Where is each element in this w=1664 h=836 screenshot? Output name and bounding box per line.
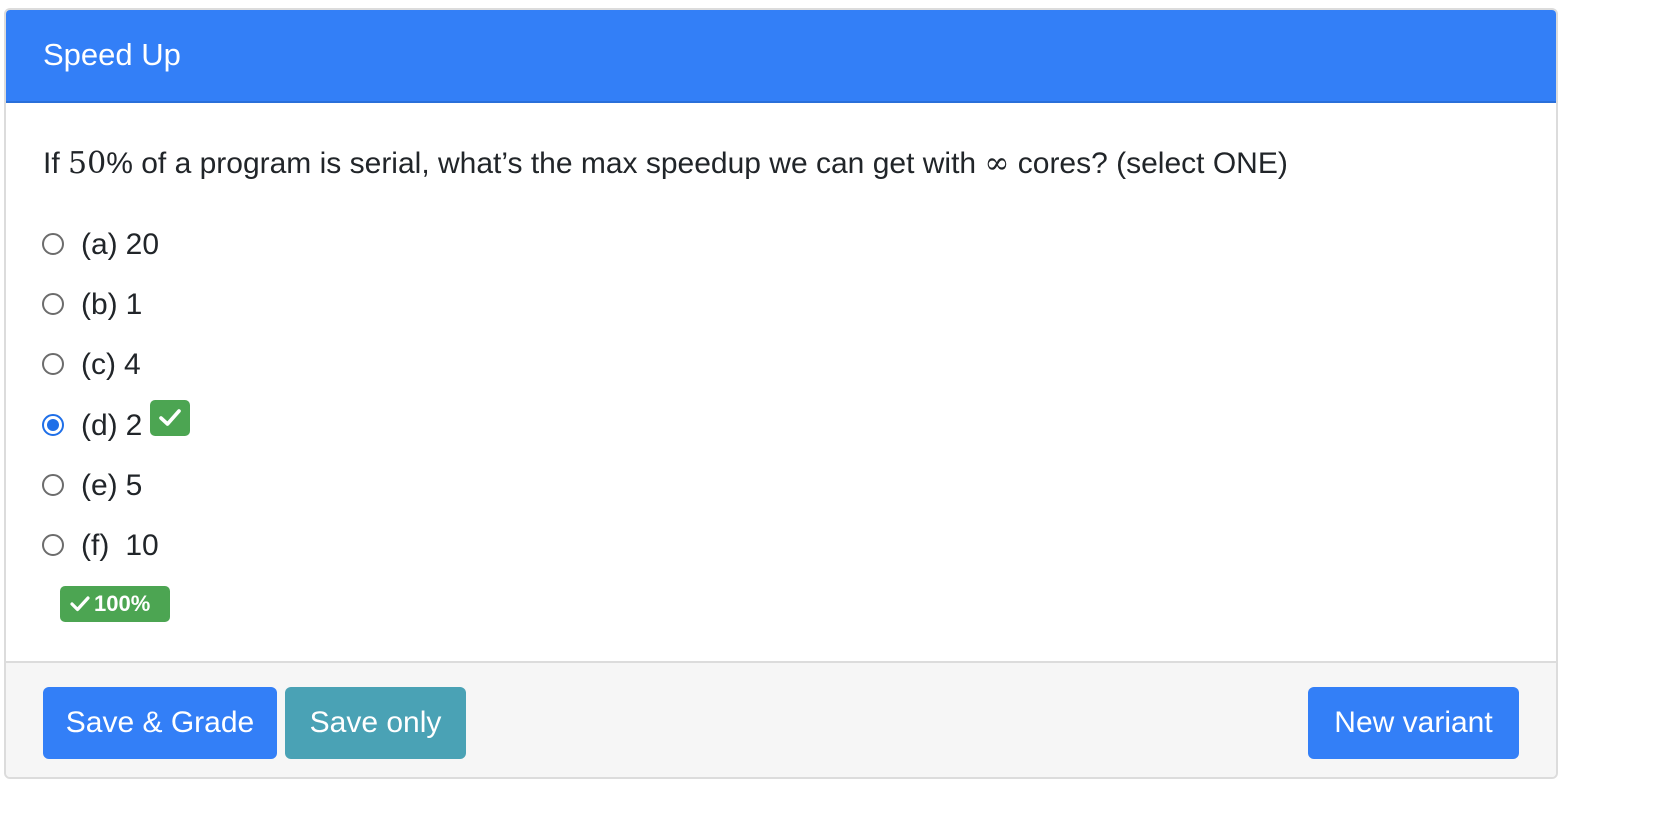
option-c-key: (c) [81, 348, 116, 382]
option-e-radio[interactable] [42, 473, 64, 496]
question-middle: % of a program is serial, what’s the max… [106, 147, 985, 180]
check-icon [159, 408, 182, 426]
option-a-key: (a) [81, 228, 118, 261]
option-c[interactable]: (c) 4 [42, 345, 190, 405]
option-e-key: (e) [81, 468, 118, 502]
option-b-value: 1 [125, 288, 143, 322]
option-e[interactable]: (e) 5 [42, 466, 190, 526]
option-f-value: 10 [125, 528, 159, 562]
save-only-button[interactable]: Save only [285, 687, 466, 759]
option-c-value: 4 [123, 348, 141, 382]
score-badge: 100% [60, 586, 170, 622]
answer-options: (a) 20 (b) 1 (c) 4 (d) 2 (e) 5 (f) 10 [42, 225, 191, 586]
question-math-number: 50 [68, 146, 107, 181]
option-a-value: 20 [125, 228, 160, 261]
option-f-key: (f) [81, 528, 110, 562]
correct-badge [150, 399, 191, 436]
question-title: Speed Up [43, 37, 181, 72]
option-f-radio[interactable] [42, 533, 64, 556]
option-c-radio[interactable] [42, 353, 64, 376]
infinity-symbol: ∞ [984, 146, 1010, 181]
option-a[interactable]: (a) 20 [42, 225, 190, 285]
option-a-radio[interactable] [42, 233, 64, 255]
option-d-value: 2 [125, 408, 143, 442]
option-b-radio[interactable] [42, 293, 64, 316]
save-grade-button[interactable]: Save & Grade [43, 687, 277, 759]
option-b-key: (b) [81, 288, 118, 322]
option-d-radio[interactable] [42, 413, 64, 436]
new-variant-button[interactable]: New variant [1308, 687, 1519, 759]
option-d-key: (d) [81, 408, 118, 442]
question-text: If 50% of a program is serial, what’s th… [43, 144, 1288, 184]
question-suffix: cores? (select ONE) [1009, 147, 1288, 180]
question-card: Speed Up If 50% of a program is serial, … [4, 8, 1558, 779]
option-b[interactable]: (b) 1 [42, 285, 190, 345]
card-footer: Save & Grade Save only New variant [6, 661, 1556, 777]
option-e-value: 5 [125, 468, 143, 502]
check-icon [70, 596, 90, 612]
option-d[interactable]: (d) 2 [42, 399, 191, 466]
card-header: Speed Up [6, 10, 1556, 103]
option-f[interactable]: (f) 10 [42, 526, 190, 586]
score-value: 100% [94, 591, 151, 616]
question-prefix: If [43, 147, 69, 180]
